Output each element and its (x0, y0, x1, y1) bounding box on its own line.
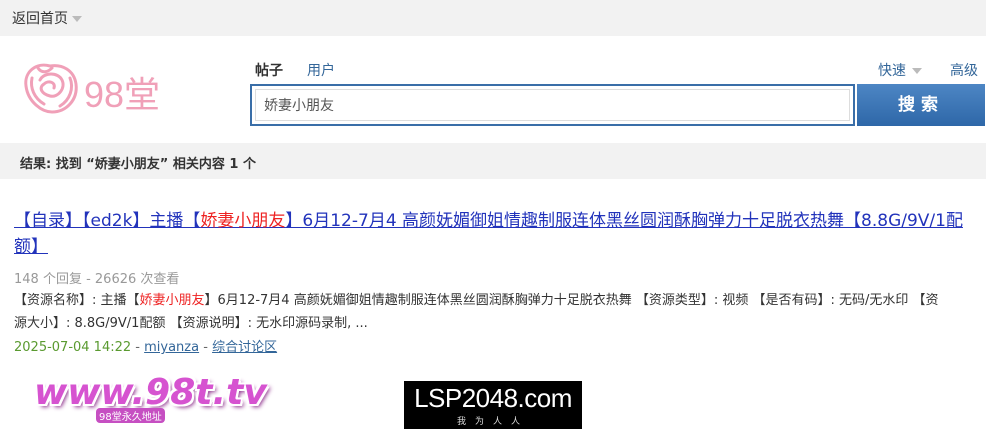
post-summary: 【资源名称】: 主播【娇妻小朋友】6月12-7月4 高颜妩媚御姐情趣制服连体黑丝… (14, 289, 944, 335)
back-home-label: 返回首页 (12, 11, 68, 27)
title-keyword-highlight: 娇妻小朋友 (200, 211, 286, 231)
post-footer: 2025-07-04 14:22 - miyanza - 综合讨论区 (14, 336, 277, 355)
author-link[interactable]: miyanza (144, 340, 199, 355)
result-summary: 结果: 找到 “娇妻小朋友” 相关内容 1 个 (20, 157, 256, 172)
top-bar: 返回首页 (0, 0, 986, 36)
lsp-banner[interactable]: LSP2048.com 我为人人 (404, 381, 582, 429)
lsp-banner-title: LSP2048.com (414, 383, 572, 413)
post-title-link[interactable]: 【自录】【ed2k】主播【娇妻小朋友】6月12-7月4 高颜妩媚御姐情趣制服连体… (14, 208, 964, 260)
separator: - (131, 340, 145, 355)
site98-banner[interactable]: www.98t.tv (34, 372, 267, 413)
search-button[interactable]: 搜索 (857, 84, 985, 126)
advanced-search-link[interactable]: 高级 (950, 60, 978, 80)
tab-users[interactable]: 用户 (307, 60, 335, 80)
summary-part: 【资源名称】: 主播【 (14, 293, 140, 308)
chevron-down-icon (72, 16, 82, 22)
chevron-down-icon (912, 68, 922, 74)
post-date: 2025-07-04 14:22 (14, 340, 132, 355)
post-stats: 148 个回复 - 26626 次查看 (14, 272, 180, 287)
summary-keyword-highlight: 娇妻小朋友 (139, 293, 205, 308)
tab-posts[interactable]: 帖子 (255, 60, 283, 80)
back-home-link[interactable]: 返回首页 (12, 8, 82, 28)
quick-search-dropdown[interactable]: 快速 (878, 60, 922, 80)
quick-label: 快速 (878, 63, 906, 79)
site-logo-text: 98堂 (84, 74, 161, 115)
separator: - (199, 340, 213, 355)
forum-link[interactable]: 综合讨论区 (212, 340, 277, 355)
search-input[interactable] (255, 89, 850, 121)
site98-banner-sub: 98堂永久地址 (96, 408, 165, 423)
title-part: 【自录】【ed2k】主播【 (14, 211, 201, 231)
search-box (250, 84, 855, 126)
lsp-banner-sub: 我为人人 (456, 417, 529, 427)
